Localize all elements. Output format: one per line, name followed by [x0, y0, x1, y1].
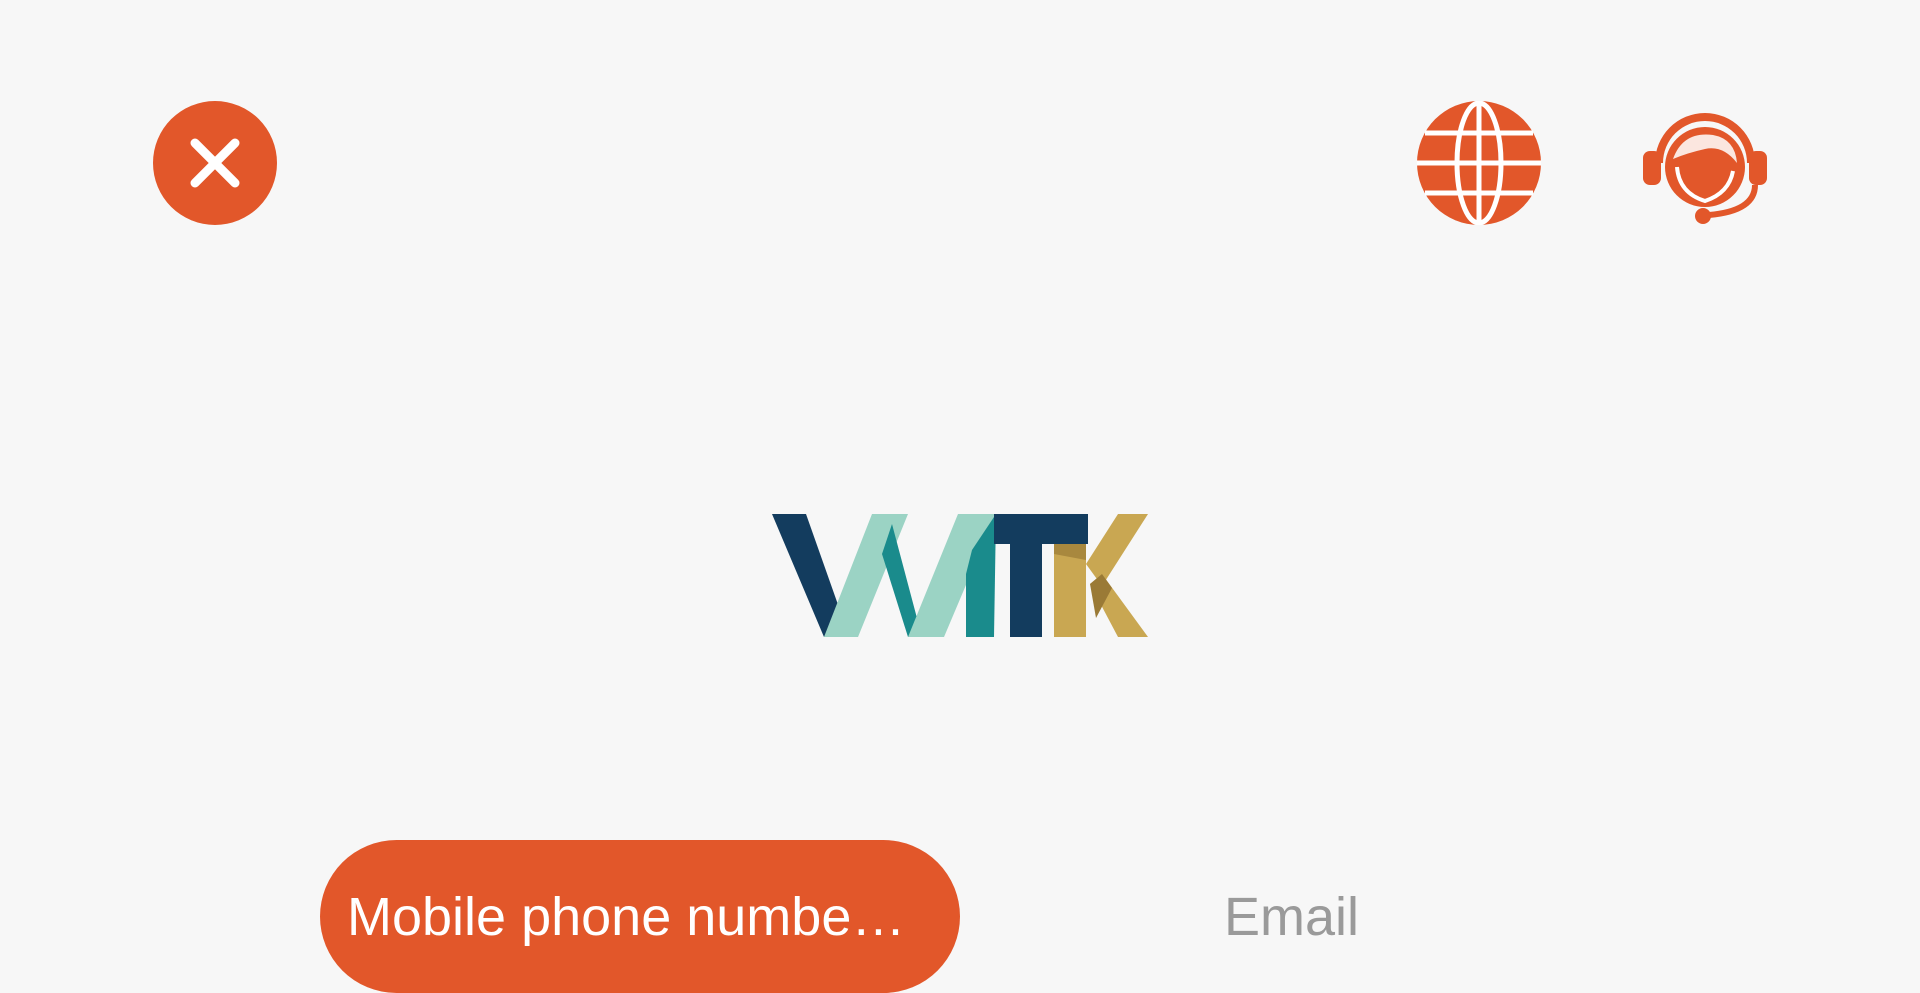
headset-icon	[1643, 113, 1767, 224]
login-method-tabs: Mobile phone number login Email	[320, 840, 1400, 993]
tab-email-login-label: Email	[1224, 886, 1360, 947]
tab-email-login[interactable]: Email	[1200, 840, 1400, 993]
globe-icon	[1417, 101, 1541, 225]
close-button[interactable]	[153, 101, 277, 225]
login-screen: Mobile phone number login Email	[0, 0, 1920, 993]
tab-mobile-phone-login[interactable]: Mobile phone number login	[320, 840, 960, 993]
language-button[interactable]	[1417, 101, 1541, 225]
tab-mobile-phone-login-label: Mobile phone number login	[347, 886, 920, 947]
wtk-logo	[772, 514, 1148, 637]
wtk-logo-mark	[772, 514, 1148, 637]
customer-service-button[interactable]	[1643, 101, 1767, 225]
close-icon	[190, 138, 240, 188]
